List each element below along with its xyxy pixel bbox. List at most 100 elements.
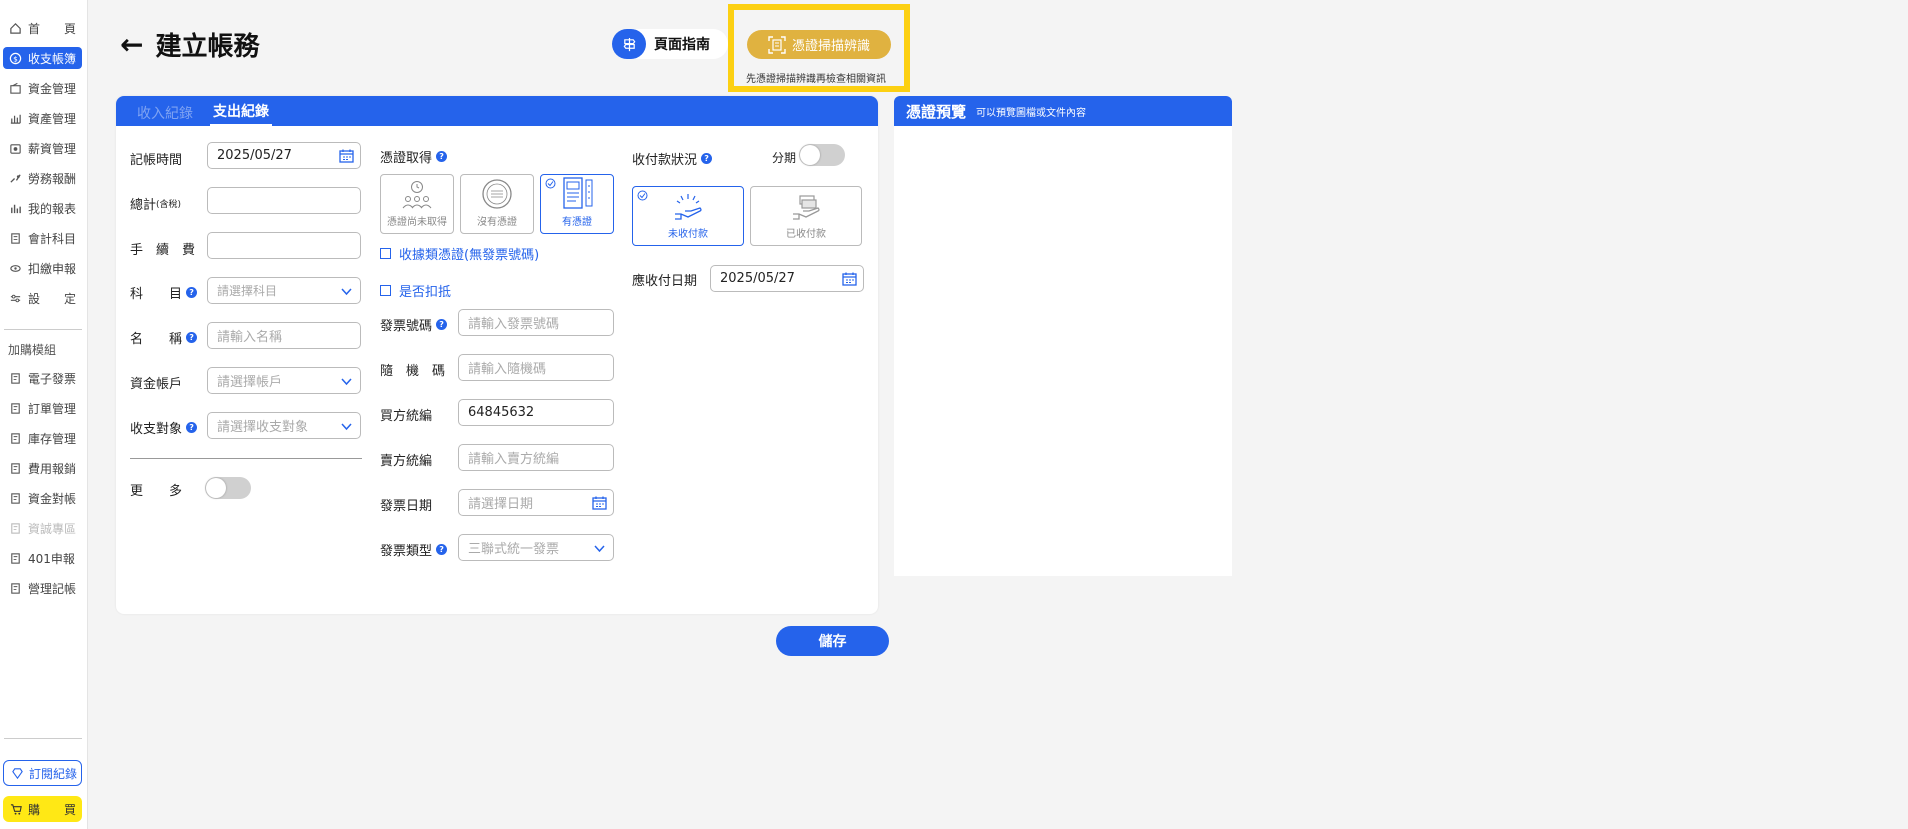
invoice-no-label: 發票號碼?	[380, 315, 448, 334]
sidebar-item-inventory[interactable]: 庫存管理	[3, 427, 82, 449]
document-icon	[8, 371, 22, 385]
subject-select[interactable]: 請選擇科目	[207, 277, 361, 304]
scan-highlight-box: 憑證掃描辨識 先憑證掃描辨識再檢查相關資訊	[728, 4, 910, 92]
sidebar-item-declare[interactable]: 扣繳申報	[3, 257, 82, 279]
document-icon	[8, 431, 22, 445]
salary-icon	[8, 141, 22, 155]
target-label: 收支對象?	[130, 418, 198, 437]
sidebar-item-pwc[interactable]: 資誠專區	[3, 517, 82, 539]
buyer-id-label: 買方統編	[380, 409, 433, 424]
record-form-card: 收入紀錄 支出紀錄 記帳時間 2025/05/27 總計 (含稅) 手 續 費 科…	[116, 96, 878, 614]
tab-income[interactable]: 收入紀錄	[134, 103, 196, 126]
due-date-label: 應收付日期	[632, 274, 698, 289]
voucher-option-pending[interactable]: 憑證尚未取得	[380, 174, 454, 234]
sidebar-item-home[interactable]: 首 頁	[3, 17, 82, 39]
payment-option-paid[interactable]: 已收付款	[750, 186, 862, 246]
installment-toggle[interactable]	[799, 144, 845, 166]
sidebar-item-einvoice[interactable]: 電子發票	[3, 367, 82, 389]
preview-subtitle: 可以預覽圖檔或文件內容	[976, 107, 1087, 119]
account-book-icon	[8, 231, 22, 245]
report-chart-icon	[8, 201, 22, 215]
sidebar-item-401[interactable]: 401申報	[3, 547, 82, 569]
sidebar: 首 頁 $ 收支帳簿 資金管理 資產管理 薪資管理 勞務報酬 我的報表 會計科目…	[0, 0, 88, 829]
due-date-input[interactable]: 2025/05/27	[710, 265, 864, 292]
deduct-checkbox[interactable]: 是否扣抵	[380, 281, 451, 300]
record-time-label: 記帳時間	[130, 153, 183, 168]
name-label: 名 稱?	[130, 328, 198, 347]
asset-chart-icon	[8, 111, 22, 125]
save-button[interactable]: 儲存	[776, 626, 889, 656]
total-input[interactable]	[207, 187, 361, 214]
sidebar-item-accounts[interactable]: 會計科目	[3, 227, 82, 249]
receipt-type-checkbox[interactable]: 收據類憑證(無發票號碼)	[380, 244, 539, 263]
payment-option-unpaid[interactable]: 未收付款	[632, 186, 744, 246]
document-icon	[8, 461, 22, 475]
sidebar-item-reconcile[interactable]: 資金對帳	[3, 487, 82, 509]
more-label: 更 多	[130, 484, 183, 499]
invoice-date-input[interactable]: 請選擇日期	[458, 489, 614, 516]
calendar-icon[interactable]	[592, 496, 607, 510]
invoice-document-icon	[563, 177, 593, 209]
back-arrow-icon[interactable]: ←	[120, 30, 143, 59]
help-icon: ?	[436, 151, 448, 162]
target-select[interactable]: 請選擇收支對象	[207, 412, 361, 439]
document-icon	[8, 551, 22, 565]
sidebar-item-ledger[interactable]: $ 收支帳簿	[3, 47, 82, 69]
tab-expense[interactable]: 支出紀錄	[210, 101, 272, 126]
document-icon	[8, 491, 22, 505]
sidebar-item-salary[interactable]: 薪資管理	[3, 137, 82, 159]
voucher-option-none[interactable]: 沒有憑證	[460, 174, 534, 234]
dollar-circle-icon: $	[8, 51, 22, 65]
sidebar-item-service[interactable]: 勞務報酬	[3, 167, 82, 189]
help-icon: ?	[186, 287, 198, 298]
preview-title: 憑證預覽	[906, 102, 967, 121]
account-select[interactable]: 請選擇帳戶	[207, 367, 361, 394]
wallet-icon	[8, 81, 22, 95]
voucher-label: 憑證取得?	[380, 147, 448, 166]
sidebar-item-assets[interactable]: 資產管理	[3, 107, 82, 129]
fee-label: 手 續 費	[130, 243, 196, 258]
record-time-input[interactable]: 2025/05/27	[207, 142, 361, 169]
open-hand-icon	[675, 194, 702, 220]
subscription-button[interactable]: 訂閱紀錄	[3, 760, 82, 786]
home-icon	[8, 21, 22, 35]
form-divider	[130, 458, 362, 459]
subject-label: 科 目?	[130, 283, 198, 302]
more-toggle[interactable]	[205, 477, 251, 499]
sidebar-item-reports[interactable]: 我的報表	[3, 197, 82, 219]
scan-hint-text: 先憑證掃描辨識再檢查相關資訊	[746, 74, 886, 85]
check-circle-icon	[637, 190, 648, 201]
sidebar-item-expense[interactable]: 費用報銷	[3, 457, 82, 479]
seller-id-input[interactable]: 請輸入賣方統編	[458, 444, 614, 471]
installment-label: 分期	[772, 151, 797, 165]
chevron-down-icon	[341, 288, 352, 296]
sidebar-item-settings[interactable]: 設 定	[3, 287, 82, 309]
hand-money-icon	[793, 195, 820, 220]
sidebar-item-bookkeeping[interactable]: 營理記帳	[3, 577, 82, 599]
document-icon	[8, 401, 22, 415]
calendar-icon[interactable]	[842, 272, 857, 286]
fee-input[interactable]	[207, 232, 361, 259]
buy-button[interactable]: 購 買	[3, 796, 82, 822]
page-guide-button[interactable]: 頁面指南	[612, 29, 728, 59]
invoice-no-input[interactable]: 請輸入發票號碼	[458, 309, 614, 336]
service-icon	[8, 171, 22, 185]
voucher-option-have[interactable]: 有憑證	[540, 174, 614, 234]
random-code-input[interactable]: 請輸入隨機碼	[458, 354, 614, 381]
name-input[interactable]: 請輸入名稱	[207, 322, 361, 349]
seller-id-label: 賣方統編	[380, 454, 433, 469]
help-icon: ?	[701, 153, 713, 164]
chevron-down-icon	[594, 545, 605, 553]
help-icon: ?	[436, 319, 448, 330]
buyer-id-input[interactable]: 64845632	[458, 399, 614, 426]
addon-section-title: 加購模組	[8, 343, 57, 357]
account-label: 資金帳戶	[130, 377, 183, 392]
sidebar-item-funds[interactable]: 資金管理	[3, 77, 82, 99]
scan-voucher-button[interactable]: 憑證掃描辨識	[747, 30, 891, 59]
calendar-icon[interactable]	[339, 149, 354, 163]
page-title: 建立帳務	[155, 32, 260, 62]
invoice-type-select[interactable]: 三聯式統一發票	[458, 534, 614, 561]
sidebar-item-orders[interactable]: 訂單管理	[3, 397, 82, 419]
sidebar-divider-bottom	[4, 738, 82, 739]
payment-status-label: 收付款狀況?	[632, 149, 713, 168]
